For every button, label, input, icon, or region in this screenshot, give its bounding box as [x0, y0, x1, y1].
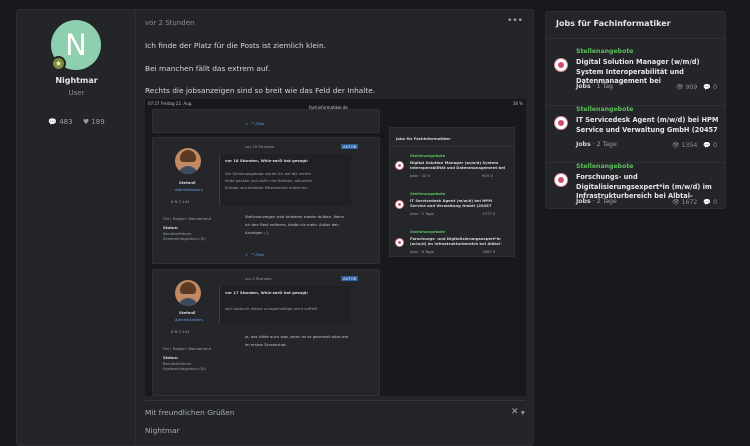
heart-icon: ♥ — [82, 118, 90, 126]
signature-name: Nightmar — [145, 426, 180, 435]
screenshot-card: + ❝ Zitat — [152, 109, 380, 133]
job-meta: Jobs · 2 Tage — [576, 141, 617, 148]
screenshot-reply-link: + ❝ Zitat — [245, 121, 265, 126]
job-category[interactable]: Stellenangebote — [576, 106, 634, 113]
jobs-widget: Jobs für Fachinformatiker Stellenangebot… — [545, 11, 726, 209]
rank-star-icon: ★ — [51, 56, 66, 71]
job-category[interactable]: Stellenangebote — [576, 48, 634, 55]
job-meta: Jobs · 1 Tag — [576, 83, 613, 90]
eye-icon: 👁 — [671, 142, 680, 149]
eye-icon: 👁 — [671, 199, 680, 206]
signature-editor[interactable]: Mit freundlichen Grüßen ✕ ▾ Nightmar — [145, 400, 526, 446]
company-logo-icon — [554, 58, 568, 72]
post-text-line: Ich finde der Platz für die Posts ist zi… — [145, 41, 326, 50]
signature-greeting: Mit freundlichen Grüßen — [145, 408, 235, 417]
post-menu-button[interactable]: ••• — [507, 16, 523, 26]
job-stats: 👁 1354 💬 0 — [671, 142, 717, 149]
screenshot-quote: vor 18 Stunden, Whiz-zarD hat gesagt: Di… — [219, 154, 351, 206]
job-stats: 👁 909 💬 0 — [675, 84, 717, 91]
job-item[interactable]: Stellenangebote IT Servicedesk Agent (m/… — [546, 100, 725, 157]
chevron-down-icon[interactable]: ▾ — [521, 408, 525, 417]
forum-post: N ★ Nightmar User 💬 483 ♥ 189 vor 2 Stun… — [16, 9, 534, 446]
author-role: User — [68, 89, 85, 97]
comment-icon: 💬 — [703, 199, 712, 206]
comment-icon: 💬 — [703, 142, 712, 149]
company-logo-icon — [554, 116, 568, 130]
post-text-line: Rechts die jobsanzeigen sind so breit wi… — [145, 86, 376, 95]
screenshot-avatar — [175, 280, 201, 306]
job-item[interactable]: Stellenangebote Forschungs- und Digitali… — [546, 157, 725, 214]
comment-icon: 💬 — [48, 118, 57, 126]
author-name[interactable]: Nightmar — [17, 76, 136, 85]
screenshot-statusbar: 07:27 Freitag 22. Aug. fachinformatiker.… — [148, 101, 523, 110]
job-stats: 👁 1672 💬 0 — [671, 199, 717, 206]
post-text-line: Bei manchen fällt das extrem auf. — [145, 64, 270, 73]
author-panel: N ★ Nightmar User 💬 483 ♥ 189 — [17, 10, 136, 445]
job-title[interactable]: IT Servicedesk Agent (m/w/d) bei HPM Ser… — [576, 116, 722, 135]
like-count: ♥ 189 — [82, 118, 105, 126]
comment-count: 💬 483 — [48, 118, 73, 126]
comment-icon: 💬 — [703, 84, 712, 91]
embedded-screenshot[interactable]: 07:27 Freitag 22. Aug. fachinformatiker.… — [145, 99, 526, 396]
job-meta: Jobs · 2 Tage — [576, 198, 617, 205]
author-stats: 💬 483 ♥ 189 — [17, 118, 136, 126]
post-timestamp[interactable]: vor 2 Stunden — [145, 19, 194, 27]
post-content: vor 2 Stunden ••• Ich finde der Platz fü… — [144, 10, 529, 445]
screenshot-card: StefanE Administrators 6 N 2 444 Ort | R… — [152, 137, 380, 264]
screenshot-avatar — [175, 148, 201, 174]
company-logo-icon — [554, 173, 568, 187]
screenshot-jobs-widget: Jobs für Fachinformatiker Stellenangebot… — [389, 127, 515, 257]
job-category[interactable]: Stellenangebote — [576, 163, 634, 170]
screenshot-card: StefanE Administrators 6 N 2 444 Ort | R… — [152, 269, 380, 396]
widget-title: Jobs für Fachinformatiker — [556, 19, 671, 28]
eye-icon: 👁 — [675, 84, 684, 91]
close-icon[interactable]: ✕ — [511, 407, 519, 417]
screenshot-quote: vor 17 Stunden, Whiz-zarD hat gesagt: we… — [219, 286, 351, 324]
job-item[interactable]: Stellenangebote Digital Solution Manager… — [546, 42, 725, 99]
